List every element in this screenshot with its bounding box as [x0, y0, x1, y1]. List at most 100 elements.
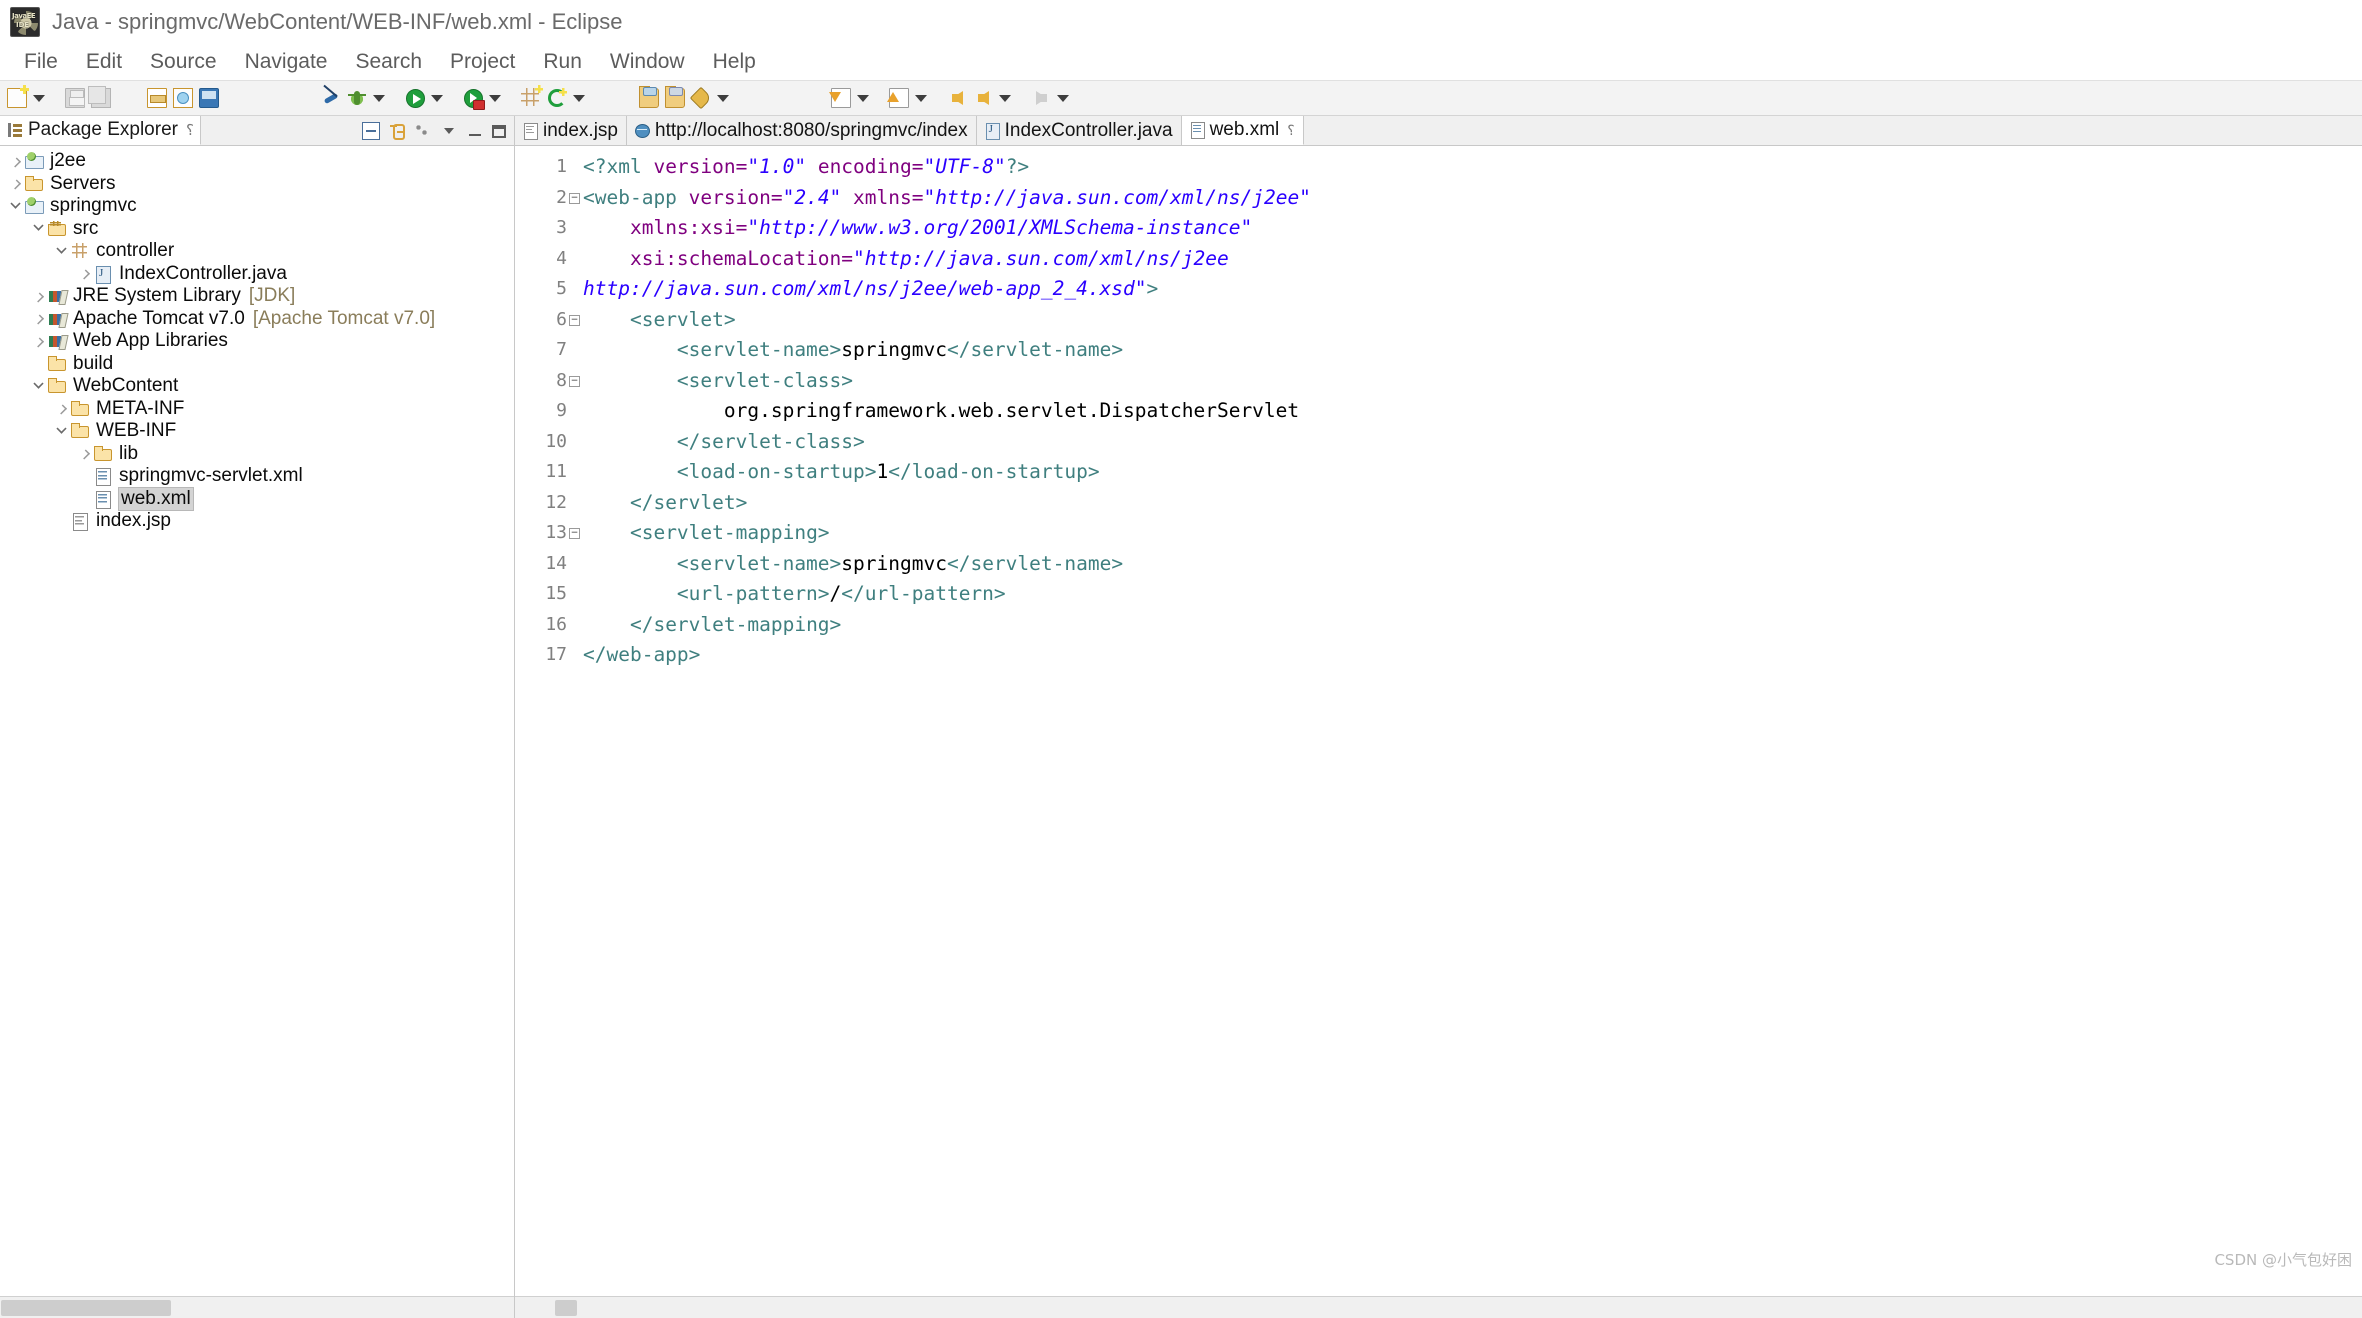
- package-explorer-horizontal-scrollbar[interactable]: [0, 1296, 514, 1318]
- tree-item-web-xml[interactable]: web.xml: [0, 486, 514, 511]
- open-task-button[interactable]: [662, 84, 688, 112]
- tree-item-springmvc[interactable]: springmvc: [0, 195, 514, 218]
- minimize-icon[interactable]: [466, 122, 484, 140]
- code-line[interactable]: xmlns:xsi="http://www.w3.org/2001/XMLSch…: [583, 213, 2362, 244]
- tree-item-src[interactable]: src: [0, 218, 514, 241]
- maximize-icon[interactable]: [492, 125, 506, 138]
- tree-item-j2ee[interactable]: j2ee: [0, 150, 514, 173]
- package-explorer-tree[interactable]: j2eeServersspringmvcsrccontrollerIndexCo…: [0, 146, 514, 1296]
- editor-tab-indexcontroller-java[interactable]: IndexController.java: [976, 116, 1182, 145]
- save-button[interactable]: [62, 84, 88, 112]
- code-line[interactable]: </servlet>: [583, 488, 2362, 519]
- code-line[interactable]: org.springframework.web.servlet.Dispatch…: [583, 396, 2362, 427]
- refresh-dropdown[interactable]: [570, 84, 588, 112]
- code-line[interactable]: <url-pattern>/</url-pattern>: [583, 579, 2362, 610]
- menu-source[interactable]: Source: [136, 48, 231, 76]
- chevron-right-icon[interactable]: [75, 270, 93, 278]
- menu-project[interactable]: Project: [436, 48, 529, 76]
- chevron-right-icon[interactable]: [52, 405, 70, 413]
- tree-item-web-app-libraries[interactable]: Web App Libraries: [0, 330, 514, 353]
- tree-item-jre-system-library[interactable]: JRE System Library [JDK]: [0, 285, 514, 308]
- menu-edit[interactable]: Edit: [72, 48, 136, 76]
- code-text-area[interactable]: <?xml version="1.0" encoding="UTF-8"?> <w…: [571, 146, 2362, 1296]
- close-icon[interactable]: ⸮: [186, 121, 194, 139]
- next-annotation-button[interactable]: [828, 84, 854, 112]
- chevron-right-icon[interactable]: [29, 292, 47, 300]
- tree-item-build[interactable]: build: [0, 353, 514, 376]
- run-dropdown[interactable]: [428, 84, 446, 112]
- editor-horizontal-scrollbar[interactable]: [515, 1296, 2362, 1318]
- fold-toggle-icon[interactable]: −: [569, 314, 580, 326]
- previous-annotation-button[interactable]: [886, 84, 912, 112]
- code-line[interactable]: </servlet-mapping>: [583, 610, 2362, 641]
- code-line[interactable]: <servlet>: [583, 305, 2362, 336]
- menu-file[interactable]: File: [10, 48, 72, 76]
- tree-item-springmvc-servlet-xml[interactable]: springmvc-servlet.xml: [0, 465, 514, 488]
- tree-item-indexcontroller-java[interactable]: IndexController.java: [0, 263, 514, 286]
- menu-search[interactable]: Search: [341, 48, 436, 76]
- tree-item-apache-tomcat-v7-0[interactable]: Apache Tomcat v7.0 [Apache Tomcat v7.0]: [0, 308, 514, 331]
- scrollbar-thumb[interactable]: [555, 1300, 577, 1316]
- chevron-down-icon[interactable]: [52, 243, 70, 256]
- tree-item-index-jsp[interactable]: index.jsp: [0, 510, 514, 533]
- menu-window[interactable]: Window: [596, 48, 699, 76]
- save-all-button[interactable]: [88, 84, 114, 112]
- editor-tab-web-xml[interactable]: web.xml ⸮: [1181, 116, 1304, 145]
- tree-item-webcontent[interactable]: WebContent: [0, 375, 514, 398]
- fold-toggle-icon[interactable]: −: [569, 192, 580, 204]
- search-dropdown[interactable]: [714, 84, 732, 112]
- chevron-down-icon[interactable]: [6, 198, 24, 211]
- skip-breakpoints-button[interactable]: [318, 84, 344, 112]
- chevron-right-icon[interactable]: [6, 157, 24, 165]
- code-line[interactable]: <?xml version="1.0" encoding="UTF-8"?>: [583, 152, 2362, 183]
- tree-item-web-inf[interactable]: WEB-INF: [0, 420, 514, 443]
- code-line[interactable]: </servlet-class>: [583, 427, 2362, 458]
- tree-item-controller[interactable]: controller: [0, 240, 514, 263]
- fold-toggle-icon[interactable]: −: [569, 375, 580, 387]
- editor-tab-index-jsp[interactable]: index.jsp: [515, 116, 627, 145]
- chevron-right-icon[interactable]: [6, 180, 24, 188]
- editor-body[interactable]: 1 2− 3 4 5 6− 7 8− 9 10 11 12 13− 14 15 16 17 <?xml vers…: [515, 146, 2362, 1296]
- chevron-down-icon[interactable]: [52, 423, 70, 436]
- collapse-all-icon[interactable]: [362, 121, 380, 140]
- code-line[interactable]: </web-app>: [583, 640, 2362, 671]
- back-edit-button[interactable]: [944, 84, 970, 112]
- code-line[interactable]: <web-app version="2.4" xmlns="http://jav…: [583, 183, 2362, 214]
- next-annotation-dropdown[interactable]: [854, 84, 872, 112]
- chevron-down-icon[interactable]: [29, 220, 47, 233]
- refresh-button[interactable]: [544, 84, 570, 112]
- console-button[interactable]: [196, 84, 222, 112]
- tab-package-explorer[interactable]: Package Explorer ⸮: [0, 116, 201, 145]
- menu-run[interactable]: Run: [529, 48, 596, 76]
- run-button[interactable]: [402, 84, 428, 112]
- view-filter-icon[interactable]: [414, 121, 432, 140]
- previous-annotation-dropdown[interactable]: [912, 84, 930, 112]
- code-line[interactable]: <servlet-name>springmvc</servlet-name>: [583, 335, 2362, 366]
- link-with-editor-icon[interactable]: [388, 121, 406, 140]
- code-line[interactable]: <load-on-startup>1</load-on-startup>: [583, 457, 2362, 488]
- editor-tab-http-localhost-8080-springmvc-index[interactable]: http://localhost:8080/springmvc/index: [627, 116, 977, 145]
- chevron-right-icon[interactable]: [29, 315, 47, 323]
- view-menu-icon[interactable]: [440, 122, 458, 140]
- scrollbar-thumb[interactable]: [1, 1300, 171, 1316]
- open-type-button[interactable]: [636, 84, 662, 112]
- back-dropdown[interactable]: [996, 84, 1014, 112]
- code-line[interactable]: <servlet-mapping>: [583, 518, 2362, 549]
- forward-button[interactable]: [1028, 84, 1054, 112]
- new-package-button[interactable]: [518, 84, 544, 112]
- javadoc-button[interactable]: [170, 84, 196, 112]
- fold-toggle-icon[interactable]: −: [569, 528, 580, 539]
- debug-dropdown[interactable]: [370, 84, 388, 112]
- code-line[interactable]: xsi:schemaLocation="http://java.sun.com/…: [583, 244, 2362, 275]
- print-button[interactable]: [144, 84, 170, 112]
- code-line[interactable]: <servlet-class>: [583, 366, 2362, 397]
- menu-help[interactable]: Help: [699, 48, 770, 76]
- chevron-down-icon[interactable]: [29, 378, 47, 391]
- tree-item-servers[interactable]: Servers: [0, 173, 514, 196]
- chevron-right-icon[interactable]: [75, 450, 93, 458]
- run-server-button[interactable]: [460, 84, 486, 112]
- new-wizard-button[interactable]: [4, 84, 30, 112]
- code-line[interactable]: http://java.sun.com/xml/ns/j2ee/web-app_…: [583, 274, 2362, 305]
- forward-dropdown[interactable]: [1054, 84, 1072, 112]
- run-server-dropdown[interactable]: [486, 84, 504, 112]
